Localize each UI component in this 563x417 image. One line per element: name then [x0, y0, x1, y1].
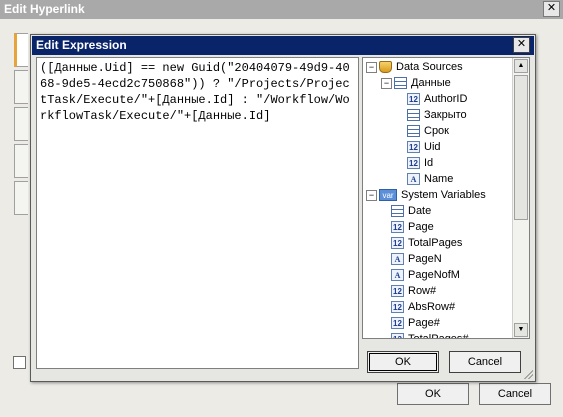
database-icon [379, 61, 392, 74]
expression-editor[interactable]: ([Данные.Uid] == new Guid("20404079-49d9… [36, 57, 359, 369]
dialog-title: Edit Expression [32, 36, 534, 55]
tree-leaf[interactable]: A PageN [391, 251, 442, 267]
date-field-icon [391, 205, 404, 218]
numeric-field-icon: 12 [391, 333, 404, 338]
tree-node-label: Data Sources [396, 61, 463, 73]
tree-leaf-label: TotalPages [408, 237, 463, 249]
tree-leaf-label: Page# [408, 317, 440, 329]
tree-leaf[interactable]: 12 AbsRow# [391, 299, 455, 315]
tree-leaf[interactable]: Срок [407, 123, 449, 139]
data-tree[interactable]: − Data Sources − Данные 12 AuthorID Закрыто С… [362, 57, 530, 339]
side-tab[interactable] [14, 70, 28, 104]
numeric-field-icon: 12 [391, 301, 404, 314]
outer-title-bar: Edit Hyperlink [0, 0, 563, 19]
side-tab[interactable] [14, 144, 28, 178]
dialog-close-button[interactable]: ✕ [513, 37, 530, 53]
numeric-field-icon: 12 [391, 221, 404, 234]
side-tab[interactable] [14, 181, 28, 215]
tree-leaf[interactable]: A Name [407, 171, 453, 187]
scroll-down-button[interactable]: ▼ [514, 323, 528, 337]
table-icon [394, 77, 407, 90]
tree-leaf[interactable]: Закрыто [407, 107, 467, 123]
outer-ok-button[interactable]: OK [397, 383, 469, 405]
text-field-icon: A [391, 253, 404, 266]
tree-leaf[interactable]: 12 Uid [407, 139, 441, 155]
tree-leaf-label: PageNofM [408, 269, 460, 281]
outer-side-tabs [14, 33, 28, 218]
tree-node-datasource-table[interactable]: − Данные [381, 75, 451, 91]
side-tab[interactable] [14, 33, 28, 67]
numeric-field-icon: 12 [407, 93, 420, 106]
numeric-field-icon: 12 [391, 317, 404, 330]
outer-close-button[interactable]: ✕ [543, 1, 560, 17]
tree-leaf-label: Row# [408, 285, 437, 297]
tree-scrollbar[interactable]: ▲ ▼ [512, 58, 529, 338]
numeric-field-icon: 12 [391, 237, 404, 250]
tree-leaf-label: TotalPages# [408, 333, 469, 339]
tree-node-label: System Variables [401, 189, 486, 201]
text-field-icon: A [407, 173, 420, 186]
tree-leaf-label: PageN [408, 253, 442, 265]
date-field-icon [407, 125, 420, 138]
tree-leaf-label: AbsRow# [408, 301, 456, 313]
tree-leaf[interactable]: Date [391, 203, 431, 219]
outer-title: Edit Hyperlink [4, 2, 85, 16]
boolean-field-icon [407, 109, 420, 122]
side-tab[interactable] [14, 107, 28, 141]
tree-leaf-label: Закрыто [424, 109, 467, 121]
resize-grip[interactable] [523, 369, 533, 379]
tree-leaf[interactable]: 12 Page [391, 219, 434, 235]
dialog-cancel-button[interactable]: Cancel [449, 351, 521, 373]
collapse-toggle[interactable]: − [381, 77, 392, 89]
variable-icon: var [379, 189, 397, 202]
tree-node-data-sources[interactable]: − Data Sources [366, 59, 463, 75]
tree-leaf[interactable]: 12 Page# [391, 315, 440, 331]
outer-checkbox[interactable] [13, 356, 26, 369]
collapse-toggle[interactable]: − [366, 61, 377, 73]
edit-expression-dialog: Edit Expression ✕ ([Данные.Uid] == new G… [30, 34, 536, 382]
tree-leaf[interactable]: 12 AuthorID [407, 91, 467, 107]
tree-leaf-label: Срок [424, 125, 449, 137]
tree-node-system-variables[interactable]: − var System Variables [366, 187, 486, 203]
text-field-icon: A [391, 269, 404, 282]
numeric-field-icon: 12 [407, 141, 420, 154]
tree-leaf-label: Page [408, 221, 434, 233]
collapse-toggle[interactable]: − [366, 189, 377, 201]
tree-leaf[interactable]: 12 Row# [391, 283, 436, 299]
numeric-field-icon: 12 [391, 285, 404, 298]
outer-cancel-button[interactable]: Cancel [479, 383, 551, 405]
dialog-ok-button[interactable]: OK [367, 351, 439, 373]
tree-leaf[interactable]: A PageNofM [391, 267, 460, 283]
tree-leaf-label: Id [424, 157, 434, 169]
tree-leaf[interactable]: 12 Id [407, 155, 433, 171]
tree-leaf-label: Name [424, 173, 454, 185]
numeric-field-icon: 12 [407, 157, 420, 170]
tree-leaf[interactable]: 12 TotalPages [391, 235, 462, 251]
tree-node-label: Данные [411, 77, 451, 89]
tree-leaf-label: Date [408, 205, 432, 217]
scroll-thumb[interactable] [514, 75, 528, 220]
scroll-up-button[interactable]: ▲ [514, 59, 528, 73]
tree-leaf-label: Uid [424, 141, 441, 153]
tree-leaf-label: AuthorID [424, 93, 468, 105]
tree-leaf[interactable]: 12 TotalPages# [391, 331, 469, 339]
